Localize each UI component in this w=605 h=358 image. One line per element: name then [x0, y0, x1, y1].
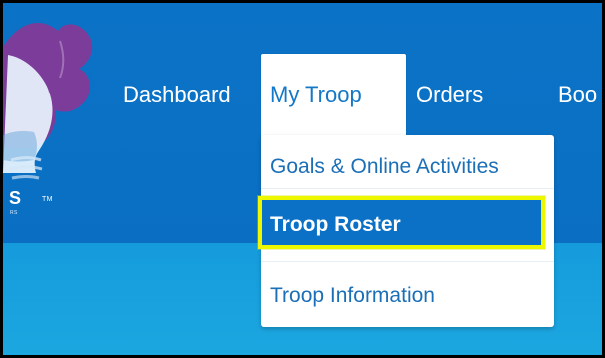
brand-subtext-partial: RS	[10, 210, 18, 216]
menu-item-label: Troop Information	[270, 284, 435, 307]
nav-orders[interactable]: Orders	[416, 79, 483, 111]
screenshot-frame: S TM RS Dashboard My Troop Orders Boo Go…	[3, 3, 602, 355]
menu-item-goals-online-activities[interactable]: Goals & Online Activities	[261, 143, 554, 191]
nav-my-troop[interactable]: My Troop	[270, 79, 362, 111]
nav-dashboard[interactable]: Dashboard	[123, 79, 231, 111]
lightbulb-logo-icon	[3, 23, 93, 180]
brand-logo[interactable]: S TM RS	[3, 3, 99, 238]
nav-bookings-partial[interactable]: Boo	[558, 79, 597, 111]
trademark-mark: TM	[42, 196, 53, 203]
brand-wordmark-partial: S	[9, 188, 22, 208]
menu-divider	[261, 261, 554, 262]
menu-item-troop-roster[interactable]: Troop Roster	[258, 196, 554, 249]
menu-divider	[261, 188, 554, 189]
menu-item-label: Goals & Online Activities	[270, 155, 499, 178]
menu-item-troop-information[interactable]: Troop Information	[261, 272, 554, 320]
my-troop-dropdown: Goals & Online Activities Troop Roster T…	[258, 135, 554, 327]
menu-item-label: Troop Roster	[270, 213, 401, 236]
